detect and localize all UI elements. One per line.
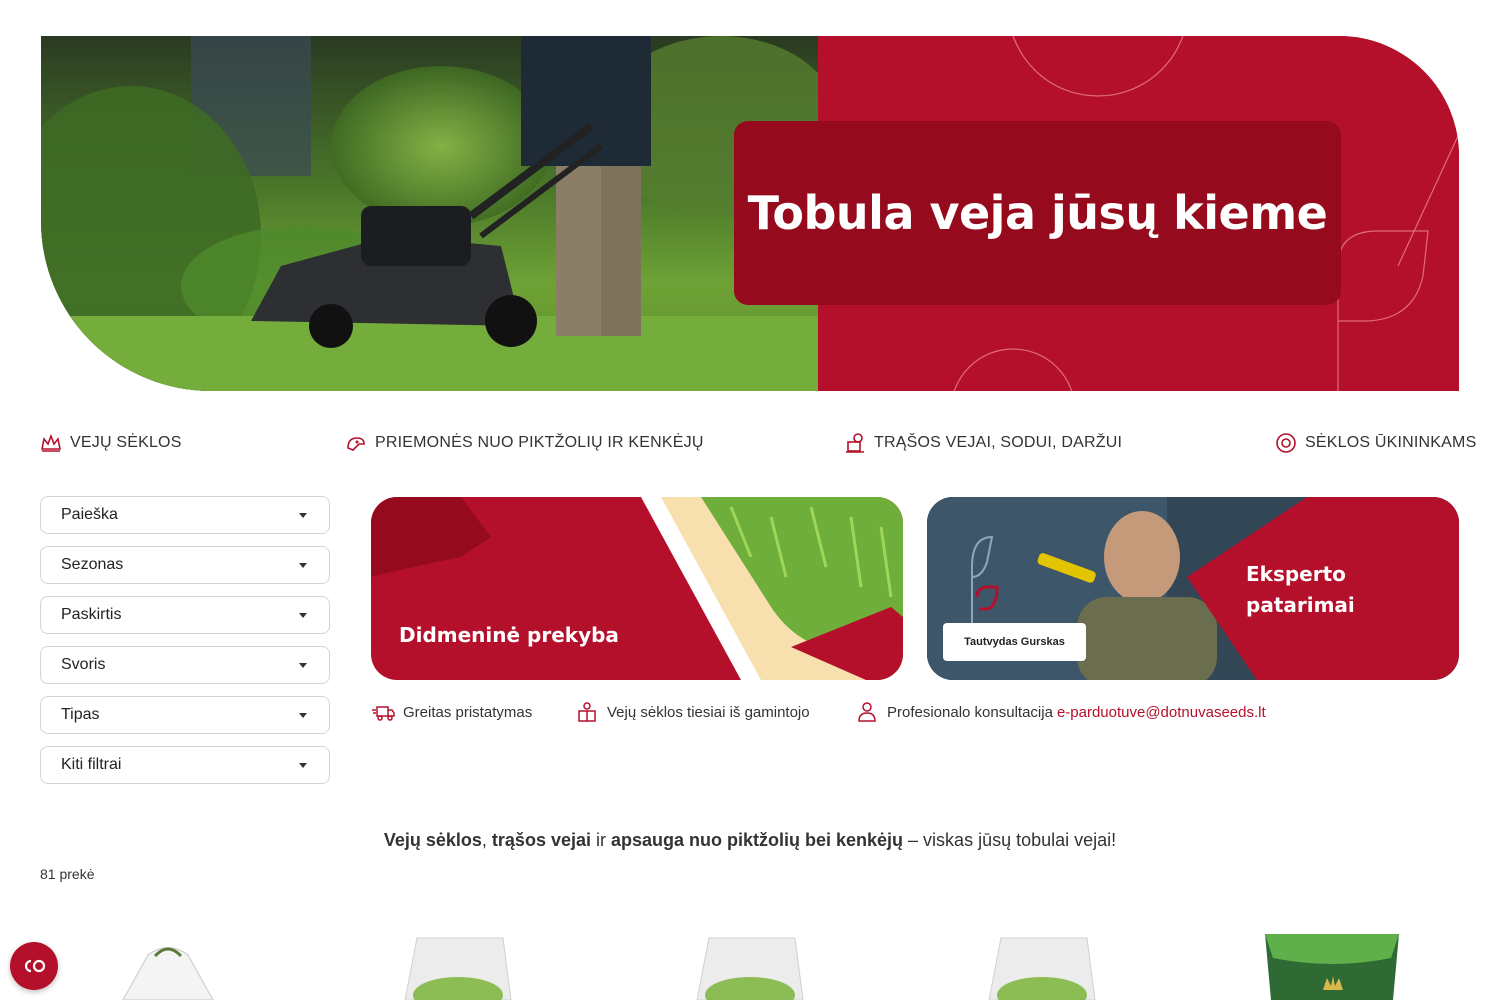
product-card[interactable] bbox=[1263, 930, 1399, 1000]
hero-banner[interactable]: Tobula veja jūsų kieme bbox=[41, 36, 1459, 391]
category-fertilizers[interactable]: TRĄŠOS VEJAI, SODUI, DARŽUI bbox=[844, 432, 1122, 454]
tagline: Vejų sėklos, trąšos vejai ir apsauga nuo… bbox=[0, 830, 1500, 851]
filter-label: Sezonas bbox=[61, 556, 124, 573]
product-card[interactable] bbox=[987, 930, 1097, 1000]
product-image bbox=[696, 937, 804, 1000]
benefit-consultation-text: Profesionalo konsultacija bbox=[887, 703, 1053, 721]
filter-weight[interactable]: Svoris bbox=[40, 646, 330, 684]
category-pest-control[interactable]: PRIEMONĖS NUO PIKTŽOLIŲ IR KENKĖJŲ bbox=[345, 432, 704, 454]
filter-label: Svoris bbox=[61, 656, 106, 673]
factory-person-icon bbox=[578, 702, 596, 722]
category-label: PRIEMONĖS NUO PIKTŽOLIŲ IR KENKĖJŲ bbox=[375, 434, 704, 451]
cookie-settings-button[interactable] bbox=[10, 942, 58, 990]
filter-label: Tipas bbox=[61, 706, 100, 723]
product-image bbox=[122, 946, 214, 1000]
pest-spray-icon bbox=[347, 437, 365, 451]
product-card[interactable] bbox=[403, 930, 513, 1000]
filter-type[interactable]: Tipas bbox=[40, 696, 330, 734]
delivery-truck-icon bbox=[372, 706, 395, 721]
consultation-email-link[interactable]: e-parduotuve@dotnuvaseeds.lt bbox=[1057, 704, 1266, 721]
consultant-icon bbox=[858, 702, 876, 722]
tagline-part2: trąšos vejai bbox=[491, 830, 591, 850]
product-card[interactable] bbox=[113, 930, 223, 1000]
promo-expert-tips[interactable]: Tautvydas Gurskas Eksperto patarimai bbox=[927, 497, 1459, 680]
caret-down-icon bbox=[299, 712, 307, 718]
benefit-delivery-text: Greitas pristatymas bbox=[403, 703, 533, 721]
category-label: TRĄŠOS VEJAI, SODUI, DARŽUI bbox=[874, 434, 1123, 451]
filter-label: Kiti filtrai bbox=[61, 756, 122, 773]
product-count: 81 prekė bbox=[40, 866, 95, 882]
filter-label: Paieška bbox=[61, 506, 118, 523]
tagline-sep1: , bbox=[481, 830, 492, 850]
product-image bbox=[1265, 934, 1399, 1000]
hero-lawn-mower-photo bbox=[41, 36, 819, 391]
filter-purpose[interactable]: Paskirtis bbox=[40, 596, 330, 634]
tagline-sep2: ir bbox=[590, 830, 611, 850]
promo-wholesale-graphic bbox=[371, 497, 903, 680]
tagline-rest: – viskas jūsų tobulai vejai! bbox=[903, 830, 1117, 850]
category-lawn-seeds[interactable]: VEJŲ SĖKLOS bbox=[40, 432, 182, 454]
category-farmer-seeds[interactable]: SĖKLOS ŪKININKAMS bbox=[1275, 432, 1476, 454]
tagline-part1: Vejų sėklos bbox=[383, 830, 482, 850]
promo-expert-label: Eksperto patarimai bbox=[1246, 562, 1355, 617]
promo-wholesale-label: Didmeninė prekyba bbox=[399, 623, 619, 647]
expert-name: Tautvydas Gurskas bbox=[964, 636, 1065, 648]
hero-title-box: Tobula veja jūsų kieme bbox=[734, 121, 1341, 305]
caret-down-icon bbox=[299, 612, 307, 618]
crown-grass-icon bbox=[41, 433, 61, 452]
caret-down-icon bbox=[299, 512, 307, 518]
seed-badge-icon bbox=[1276, 433, 1296, 453]
expert-name-card: Tautvydas Gurskas bbox=[943, 623, 1086, 661]
benefit-consultation: Profesionalo konsultacija e-parduotuve@d… bbox=[855, 701, 1266, 723]
filter-search[interactable]: Paieška bbox=[40, 496, 330, 534]
category-label: SĖKLOS ŪKININKAMS bbox=[1305, 434, 1477, 451]
caret-down-icon bbox=[299, 762, 307, 768]
filter-label: Paskirtis bbox=[61, 606, 122, 623]
hero-title: Tobula veja jūsų kieme bbox=[747, 186, 1328, 240]
benefit-manufacturer: Vejų sėklos tiesiai iš gamintojo bbox=[575, 701, 810, 723]
caret-down-icon bbox=[299, 662, 307, 668]
product-image bbox=[988, 937, 1096, 1000]
filter-other[interactable]: Kiti filtrai bbox=[40, 746, 330, 784]
fertilizer-icon bbox=[846, 433, 864, 453]
product-image bbox=[404, 937, 512, 1000]
caret-down-icon bbox=[299, 562, 307, 568]
benefit-delivery: Greitas pristatymas bbox=[371, 701, 532, 723]
cookie-consent-icon bbox=[24, 959, 46, 973]
benefit-manufacturer-text: Vejų sėklos tiesiai iš gamintojo bbox=[607, 703, 810, 721]
product-card[interactable] bbox=[695, 930, 805, 1000]
promo-wholesale[interactable]: Didmeninė prekyba bbox=[371, 497, 903, 680]
category-label: VEJŲ SĖKLOS bbox=[70, 434, 182, 451]
tagline-part3: apsauga nuo piktžolių bei kenkėjų bbox=[610, 830, 904, 850]
filter-season[interactable]: Sezonas bbox=[40, 546, 330, 584]
